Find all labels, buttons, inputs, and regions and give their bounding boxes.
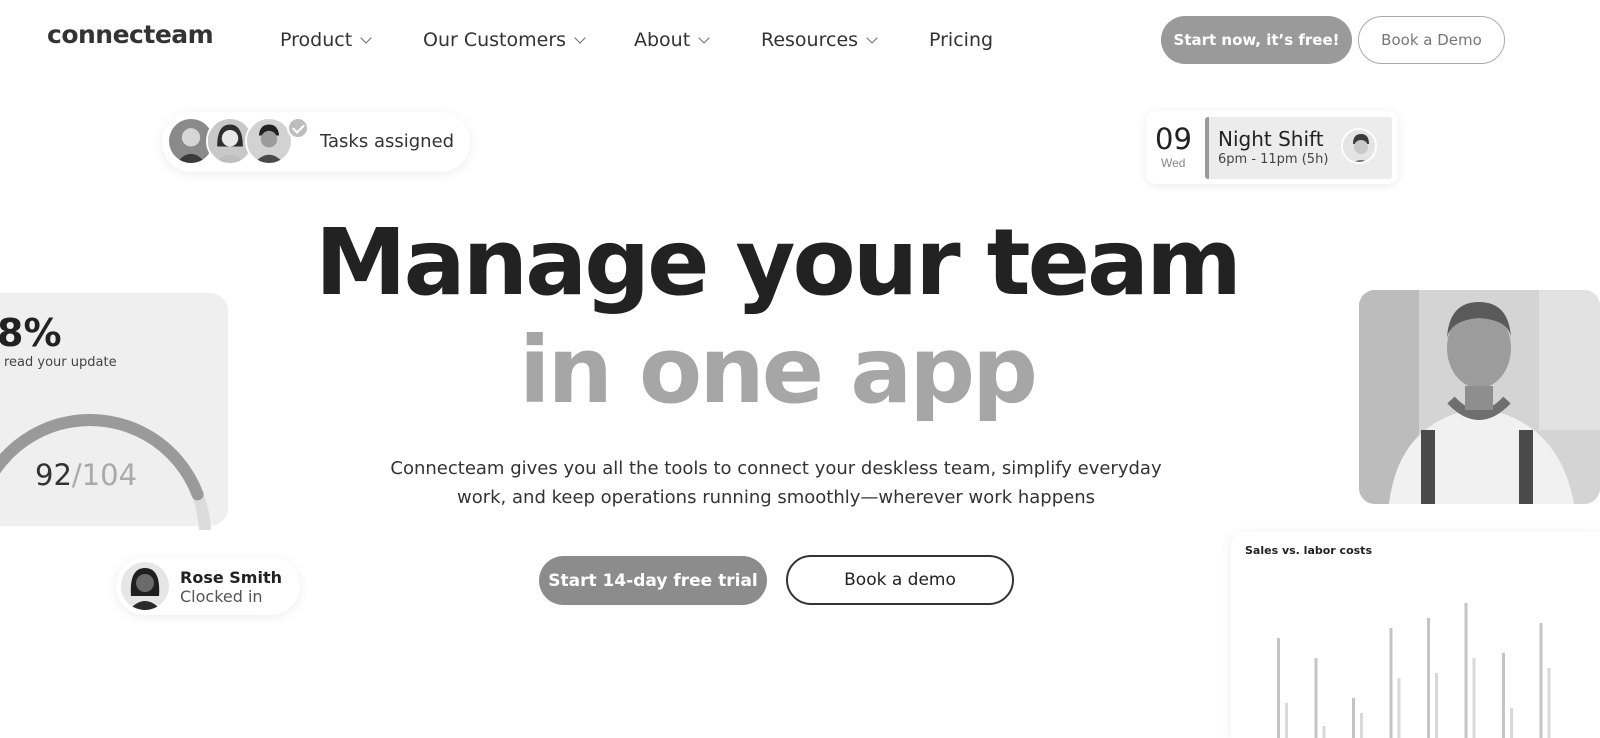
chevron-down-icon [866, 31, 878, 44]
chart-bar [1322, 726, 1326, 738]
chart-bar [1352, 698, 1355, 738]
chevron-down-icon [698, 31, 710, 44]
tasks-assigned-label: Tasks assigned [320, 131, 455, 152]
chart-bar [1539, 623, 1543, 738]
chart-bar [1472, 658, 1476, 738]
book-demo-button[interactable]: Book a Demo [1358, 16, 1505, 64]
hero-title-line-2: in one app [519, 317, 1038, 424]
chart-bar [1397, 678, 1401, 738]
chart-bar [1314, 658, 1318, 738]
shift-weekday: Wed [1161, 156, 1186, 170]
nav-item-resources[interactable]: Resources [761, 29, 878, 51]
clock-status: Clocked in [180, 587, 263, 606]
hero-title-line-1: Manage your team [315, 209, 1242, 316]
nav-item-label: Resources [761, 29, 859, 51]
nav-item-label: Our Customers [423, 29, 567, 51]
nav-item-label: Pricing [929, 29, 994, 51]
top-navigation: connecteam Product Our Customers About R… [0, 0, 1600, 80]
read-count-value: 92 [35, 458, 72, 492]
nav-item-about[interactable]: About [634, 29, 710, 51]
chart-bar [1510, 708, 1513, 738]
chart-bar [1464, 603, 1468, 738]
nav-item-label: About [634, 29, 691, 51]
shift-title: Night Shift [1218, 127, 1324, 151]
nav-item-product[interactable]: Product [280, 29, 372, 51]
chart-bar [1389, 628, 1393, 738]
chart-bar [1285, 703, 1288, 738]
book-demo-cta-button[interactable]: Book a demo [786, 555, 1014, 605]
start-trial-button[interactable]: Start 14-day free trial [539, 556, 767, 605]
chevron-down-icon [574, 31, 586, 44]
chart-bar [1502, 653, 1505, 738]
sales-vs-labor-chart [1277, 603, 1551, 738]
nav-item-our-customers[interactable]: Our Customers [423, 29, 586, 51]
chart-title: Sales vs. labor costs [1245, 544, 1372, 557]
check-icon [287, 117, 309, 139]
chevron-down-icon [360, 31, 372, 44]
avatar [1341, 128, 1377, 164]
shift-time: 6pm - 11pm (5h) [1218, 152, 1329, 167]
connecteam-logo[interactable]: connecteam [47, 20, 214, 49]
start-free-button[interactable]: Start now, it’s free! [1161, 16, 1352, 64]
read-count: 92/104 [35, 458, 137, 492]
avatar [245, 117, 293, 165]
avatar [121, 562, 169, 610]
hero-subtitle: Connecteam gives you all the tools to co… [390, 458, 1162, 508]
nav-item-pricing[interactable]: Pricing [929, 29, 993, 51]
chart-bar [1427, 618, 1430, 738]
chart-bar [1277, 638, 1280, 738]
chart-bar [1435, 673, 1438, 738]
chart-bar [1360, 713, 1363, 738]
nav-item-label: Product [280, 29, 353, 51]
chart-bar [1547, 668, 1551, 738]
read-count-total: /104 [71, 458, 138, 492]
shift-day: 09 [1155, 122, 1192, 156]
employee-name: Rose Smith [180, 568, 282, 587]
